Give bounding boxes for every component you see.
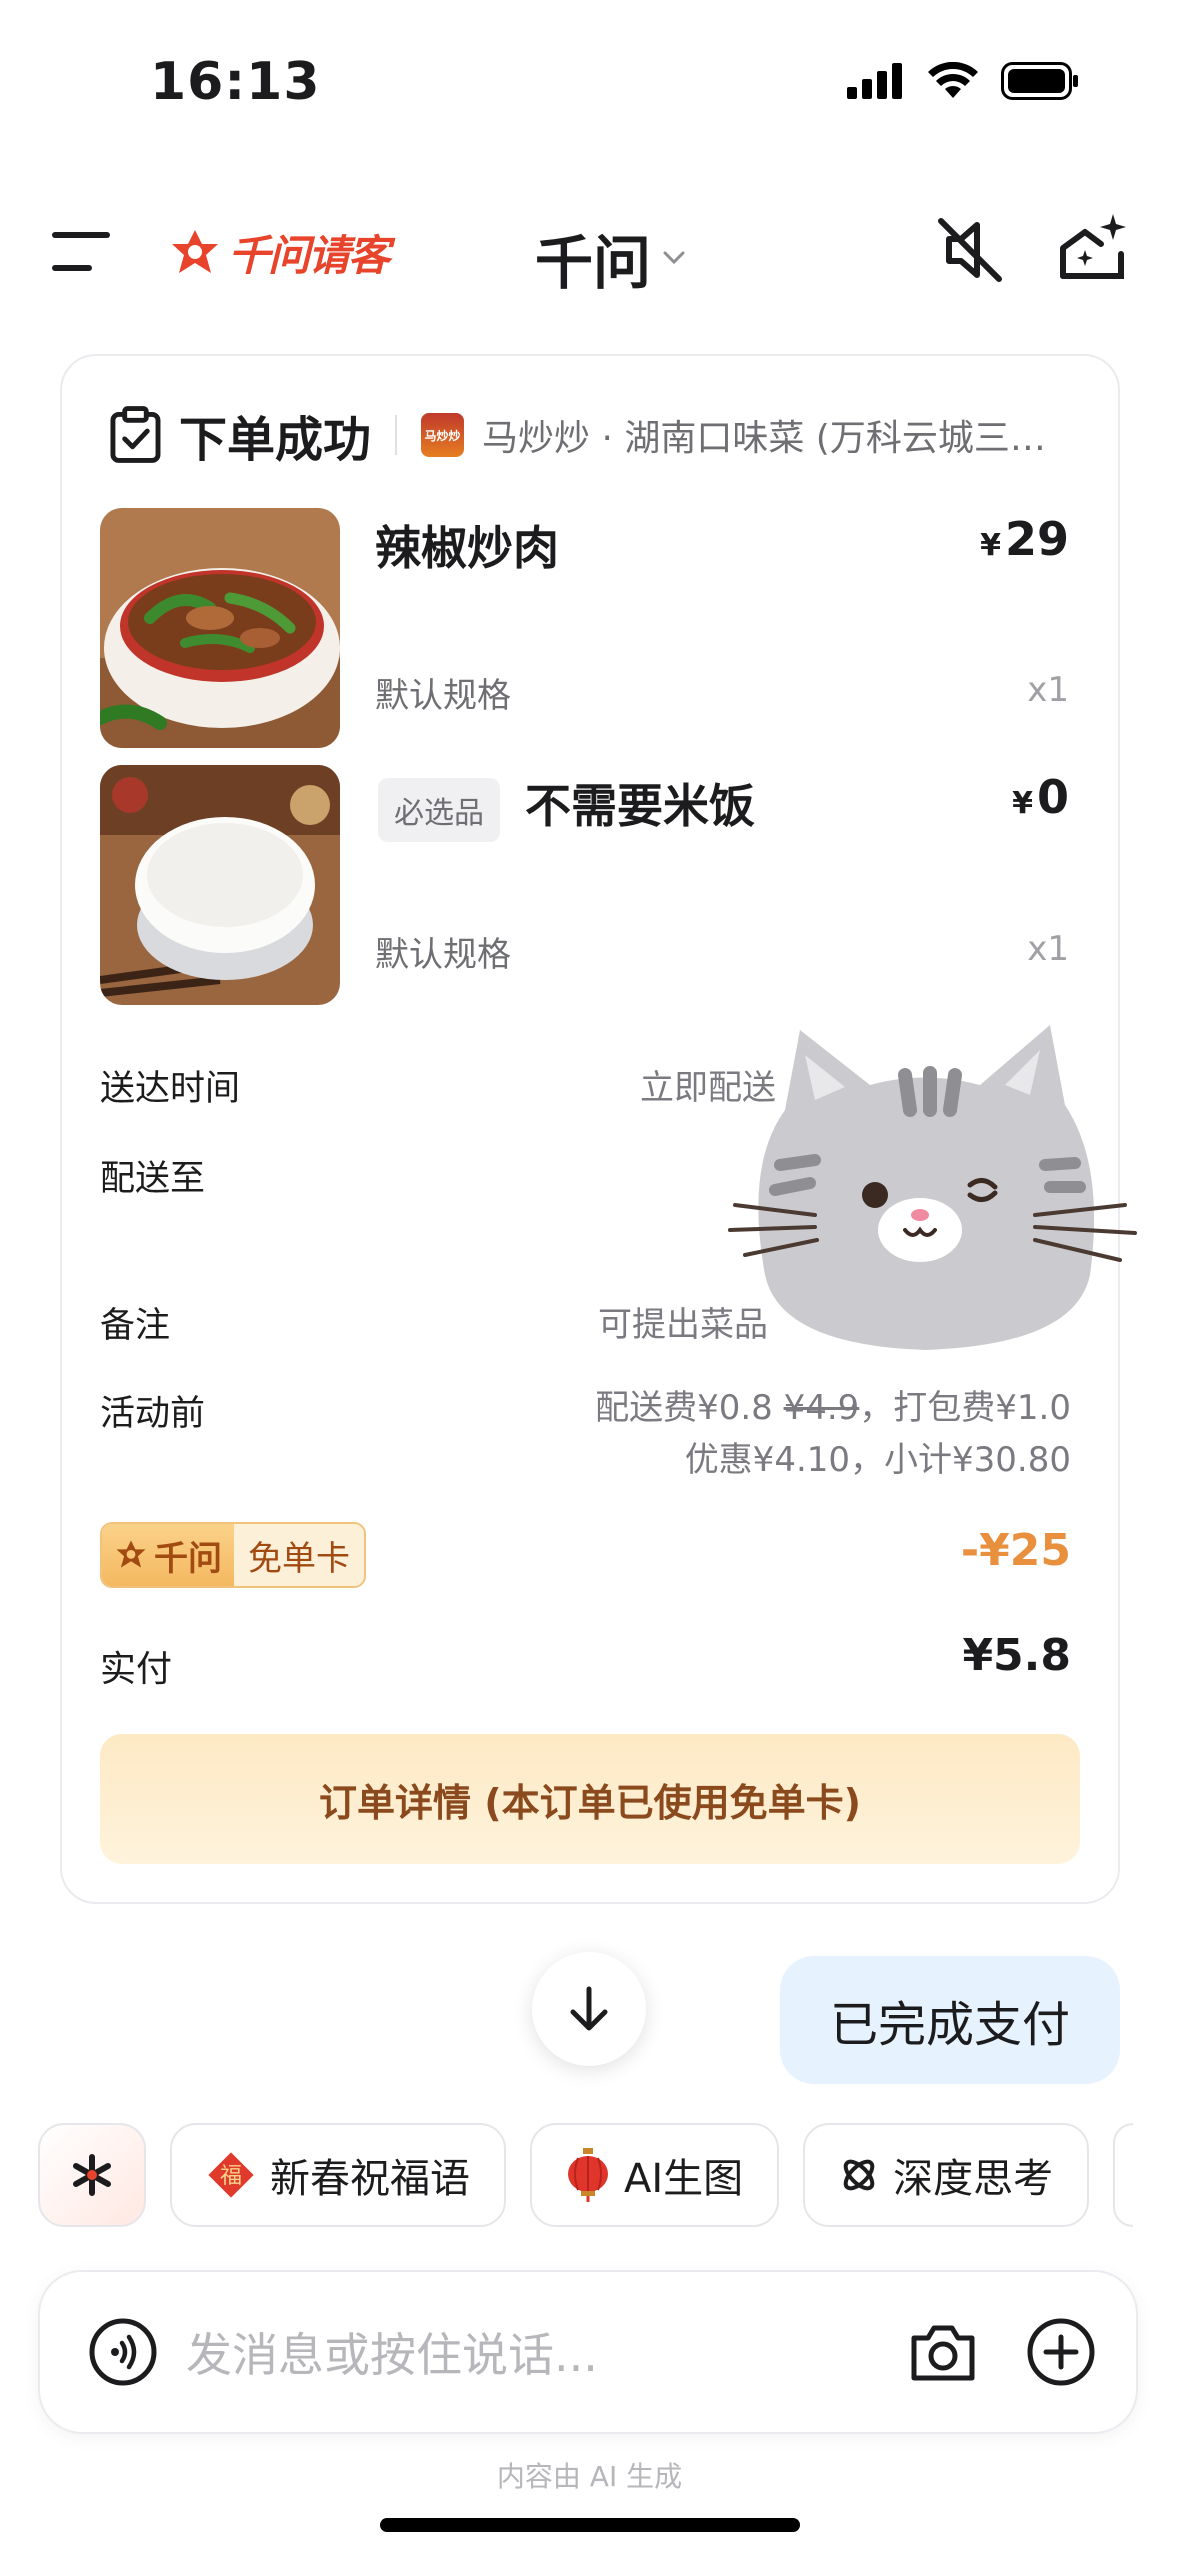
- coupon-brand: 千问: [102, 1524, 234, 1586]
- camera-icon[interactable]: [908, 2320, 978, 2384]
- cat-sticker[interactable]: [705, 1015, 1145, 1375]
- think-icon: [843, 2159, 875, 2191]
- clipboard-check-icon: [110, 406, 161, 463]
- item-name: 辣椒炒肉: [375, 521, 559, 575]
- item-qty: x1: [1027, 670, 1069, 710]
- dish-image-rice[interactable]: [100, 765, 340, 1005]
- chip-ai-image[interactable]: AI生图: [530, 2123, 780, 2227]
- qianwen-flower-icon: [116, 1540, 146, 1568]
- item-spec: 默认规格: [375, 935, 511, 975]
- ai-disclaimer: 内容由 AI 生成: [496, 2460, 683, 2493]
- status-icons: [847, 62, 1079, 100]
- header-divider: [394, 415, 397, 455]
- note-label: 备注: [100, 1306, 171, 1346]
- voice-icon[interactable]: [88, 2317, 158, 2387]
- arrow-down-icon: [570, 1986, 608, 2031]
- brand-logo[interactable]: 千问请客: [168, 222, 390, 283]
- paid-label: 实付: [100, 1649, 173, 1690]
- order-card-header: 下单成功 马炒炒 马炒炒 · 湖南口味菜 (万科云城三期…: [110, 400, 1070, 470]
- chevron-down-icon: [663, 251, 685, 265]
- user-message-bubble: 已完成支付: [780, 1956, 1120, 2084]
- paid-amount: ¥5.8: [962, 1630, 1071, 1681]
- coupon-discount: -¥25: [960, 1525, 1071, 1576]
- order-detail-button[interactable]: 订单详情 (本订单已使用免单卡): [100, 1734, 1080, 1864]
- activity-subtotal-line: 优惠¥4.10，小计¥30.80: [684, 1440, 1071, 1480]
- battery-icon: [1001, 62, 1078, 100]
- activity-label: 活动前: [100, 1394, 206, 1434]
- chip-more[interactable]: [1113, 2123, 1134, 2227]
- item-qty: x1: [1027, 929, 1069, 969]
- delivery-time-label: 送达时间: [100, 1069, 241, 1109]
- asterisk-icon: [73, 2154, 111, 2196]
- chip-new-year-greeting[interactable]: 福 新春祝福语: [170, 2123, 506, 2227]
- item-name: 不需要米饭: [525, 779, 755, 833]
- page-title: 千问: [535, 229, 652, 297]
- wifi-icon: [928, 62, 978, 98]
- qianwen-flower-icon: [172, 229, 218, 273]
- assistant-star-chip[interactable]: [38, 2123, 146, 2227]
- scroll-to-bottom-button[interactable]: [532, 1952, 646, 2066]
- new-chat-sparkle-icon[interactable]: [1055, 210, 1130, 285]
- message-input[interactable]: 发消息或按住说话...: [186, 2319, 908, 2385]
- shop-logo: 马炒炒: [420, 413, 465, 457]
- lantern-icon: [568, 2148, 608, 2202]
- brand-text: 千问请客: [228, 231, 390, 280]
- shop-name[interactable]: 马炒炒 · 湖南口味菜 (万科云城三期…: [482, 409, 1070, 461]
- delivery-address-label: 配送至: [100, 1159, 206, 1199]
- dish-image-pepper-pork[interactable]: [100, 508, 340, 748]
- quick-action-chips: 福 新春祝福语 AI生图 深度思考: [38, 2123, 1134, 2227]
- item-price: ¥ 0: [1012, 770, 1069, 824]
- message-input-bar[interactable]: 发消息或按住说话...: [38, 2270, 1138, 2434]
- home-indicator[interactable]: [380, 2518, 800, 2532]
- order-status: 下单成功: [178, 412, 371, 468]
- fu-icon: 福: [208, 2152, 254, 2198]
- signal-icon: [847, 63, 902, 99]
- svg-text:福: 福: [220, 2164, 242, 2189]
- activity-fee-line: 配送费¥0.8 ¥4.9，打包费¥1.0: [595, 1388, 1071, 1428]
- required-item-tag: 必选品: [378, 778, 500, 842]
- status-time: 16:13: [150, 52, 321, 112]
- menu-icon[interactable]: [52, 232, 116, 272]
- coupon-label: 免单卡: [234, 1524, 364, 1586]
- item-spec: 默认规格: [375, 676, 511, 716]
- chip-deep-thinking[interactable]: 深度思考: [803, 2123, 1090, 2227]
- original-delivery-fee: ¥4.9: [783, 1388, 860, 1428]
- plus-icon[interactable]: [1026, 2317, 1096, 2387]
- item-price: ¥ 29: [980, 512, 1069, 566]
- mute-icon[interactable]: [935, 215, 1005, 285]
- free-order-card-badge: 千问 免单卡: [100, 1522, 366, 1588]
- model-switcher[interactable]: 千问: [535, 216, 685, 300]
